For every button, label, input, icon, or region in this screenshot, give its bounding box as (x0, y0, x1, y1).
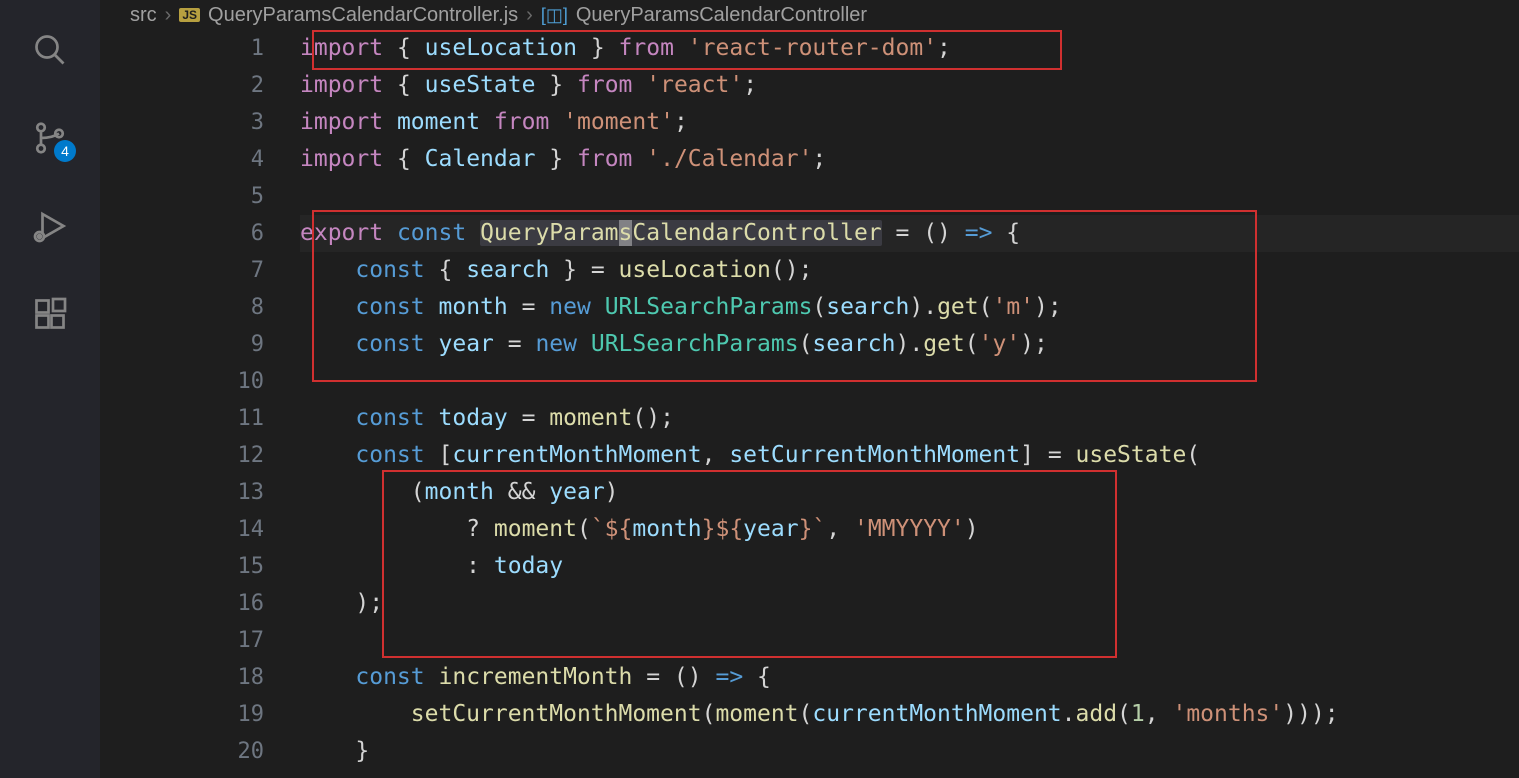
code-line[interactable]: ); (300, 585, 1519, 622)
breadcrumb-folder[interactable]: src (130, 4, 157, 27)
line-number: 9 (100, 326, 264, 363)
line-number: 12 (100, 437, 264, 474)
code-line[interactable]: ? moment(`${month}${year}`, 'MMYYYY') (300, 511, 1519, 548)
line-number: 2 (100, 67, 264, 104)
code-line[interactable] (300, 178, 1519, 215)
code-line[interactable]: import { Calendar } from './Calendar'; (300, 141, 1519, 178)
breadcrumb-symbol[interactable]: QueryParamsCalendarController (576, 4, 867, 27)
line-number: 6 (100, 215, 264, 252)
line-number: 7 (100, 252, 264, 289)
line-number: 8 (100, 289, 264, 326)
line-number: 4 (100, 141, 264, 178)
code-line[interactable]: import moment from 'moment'; (300, 104, 1519, 141)
line-number: 15 (100, 548, 264, 585)
breadcrumb-file[interactable]: QueryParamsCalendarController.js (208, 4, 518, 27)
js-file-icon: JS (179, 8, 200, 22)
scm-badge: 4 (54, 140, 76, 162)
code-line[interactable]: const [currentMonthMoment, setCurrentMon… (300, 437, 1519, 474)
code-line[interactable]: } (300, 733, 1519, 770)
extensions-icon[interactable] (30, 294, 70, 334)
code-line[interactable] (300, 622, 1519, 659)
search-icon[interactable] (30, 30, 70, 70)
line-number: 10 (100, 363, 264, 400)
line-number: 11 (100, 400, 264, 437)
line-number: 13 (100, 474, 264, 511)
code-line[interactable]: import { useLocation } from 'react-route… (300, 30, 1519, 67)
code-line[interactable]: (month && year) (300, 474, 1519, 511)
run-debug-icon[interactable] (30, 206, 70, 246)
line-number: 1 (100, 30, 264, 67)
code-line[interactable]: const { search } = useLocation(); (300, 252, 1519, 289)
source-control-icon[interactable]: 4 (30, 118, 70, 158)
code-line[interactable]: export const QueryParamsCalendarControll… (300, 215, 1519, 252)
line-number: 19 (100, 696, 264, 733)
line-number: 3 (100, 104, 264, 141)
symbol-variable-icon: [◫] (541, 5, 568, 26)
line-number-gutter: 1 2 3 4 5 6 7 8 9 10 11 12 13 14 15 16 1… (100, 30, 300, 778)
editor-main: src › JS QueryParamsCalendarController.j… (100, 0, 1519, 778)
line-number: 17 (100, 622, 264, 659)
activity-bar: 4 (0, 0, 100, 778)
breadcrumb[interactable]: src › JS QueryParamsCalendarController.j… (100, 0, 1519, 30)
line-number: 16 (100, 585, 264, 622)
code-line[interactable] (300, 363, 1519, 400)
code-line[interactable]: : today (300, 548, 1519, 585)
chevron-right-icon: › (526, 4, 533, 27)
line-number: 5 (100, 178, 264, 215)
code-line[interactable]: setCurrentMonthMoment(moment(currentMont… (300, 696, 1519, 733)
code-line[interactable]: const year = new URLSearchParams(search)… (300, 326, 1519, 363)
code-line[interactable]: const month = new URLSearchParams(search… (300, 289, 1519, 326)
code-editor[interactable]: 1 2 3 4 5 6 7 8 9 10 11 12 13 14 15 16 1… (100, 30, 1519, 778)
line-number: 14 (100, 511, 264, 548)
code-line[interactable]: const today = moment(); (300, 400, 1519, 437)
code-line[interactable]: import { useState } from 'react'; (300, 67, 1519, 104)
code-line[interactable]: const incrementMonth = () => { (300, 659, 1519, 696)
chevron-right-icon: › (165, 4, 172, 27)
line-number: 20 (100, 733, 264, 770)
code-content[interactable]: import { useLocation } from 'react-route… (300, 30, 1519, 778)
line-number: 18 (100, 659, 264, 696)
